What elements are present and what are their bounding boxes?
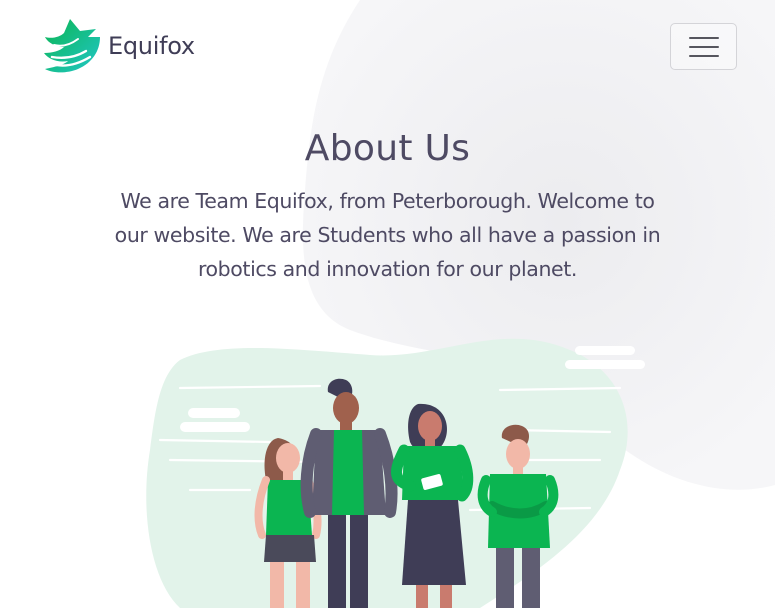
brand-link[interactable]: Equifox — [42, 17, 195, 75]
fox-logo-icon — [44, 19, 100, 73]
brand-name: Equifox — [108, 32, 195, 60]
hamburger-menu-icon — [688, 36, 719, 39]
page-title: About Us — [304, 128, 471, 169]
page: Equifox About Us We are Team Equifox, fr… — [0, 0, 775, 608]
hamburger-menu-icon-bar — [688, 54, 719, 57]
hamburger-menu-icon-bar — [688, 45, 719, 48]
about-section: About Us We are Team Equifox, from Peter… — [0, 118, 775, 286]
menu-toggle-button[interactable] — [670, 23, 737, 70]
navbar: Equifox — [0, 0, 775, 95]
about-description: We are Team Equifox, from Peterborough. … — [114, 189, 661, 281]
team-illustration — [146, 338, 645, 608]
